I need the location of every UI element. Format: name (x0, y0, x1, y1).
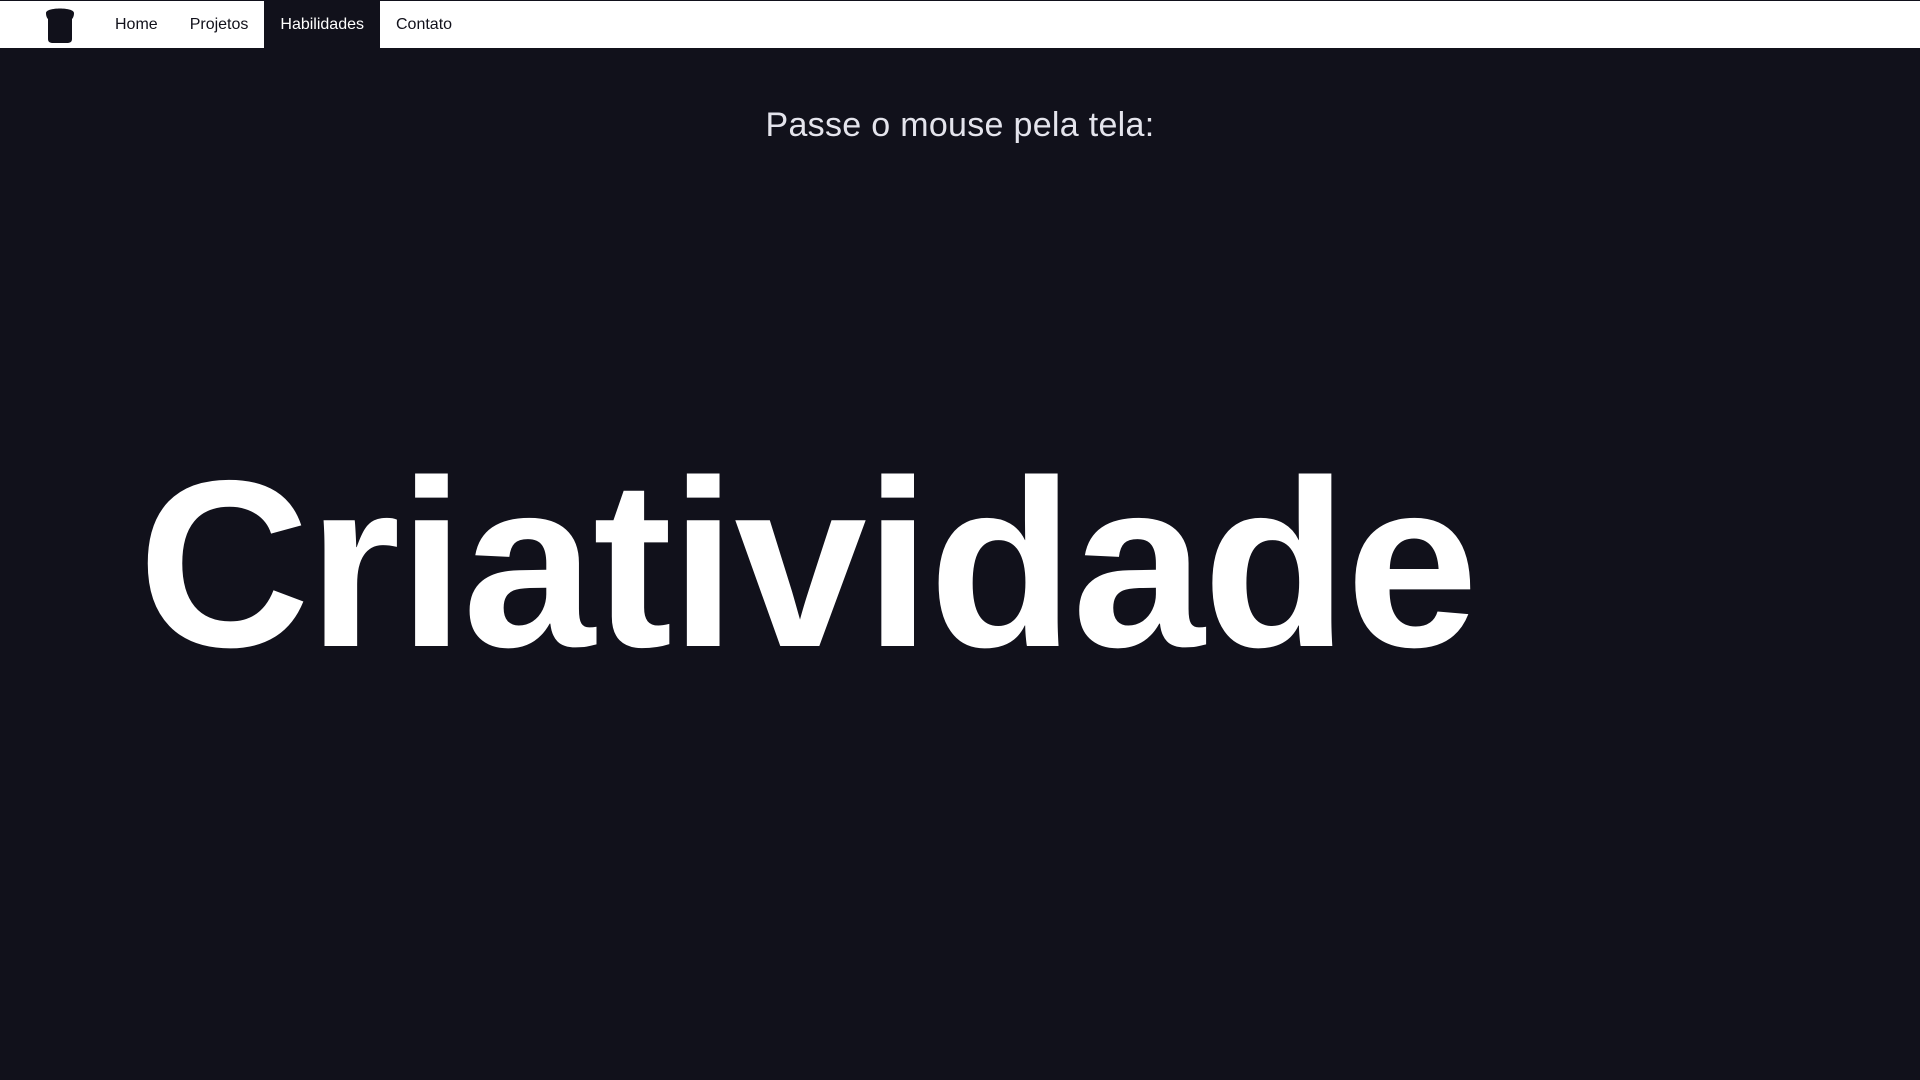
hover-hint: Passe o mouse pela tela: (765, 106, 1155, 144)
navbar: Home Projetos Habilidades Contato (0, 0, 1920, 48)
nav-item-home[interactable]: Home (99, 1, 174, 48)
nav-item-habilidades[interactable]: Habilidades (264, 1, 380, 48)
nav-item-projetos[interactable]: Projetos (174, 1, 265, 48)
bread-icon[interactable] (39, 5, 81, 45)
nav-item-contato[interactable]: Contato (380, 1, 468, 48)
hero-word: Criatividade (138, 432, 1478, 697)
